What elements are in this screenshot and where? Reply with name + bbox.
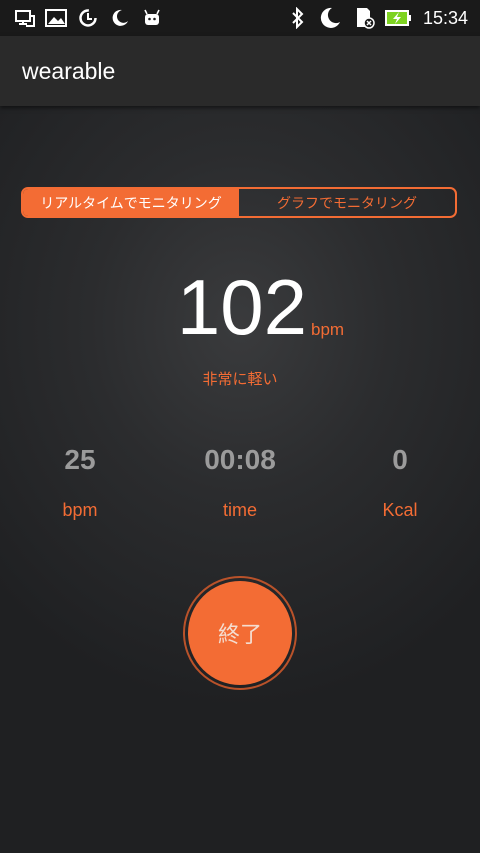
- image-icon: [44, 7, 68, 29]
- stat-kcal-value: 0: [392, 444, 408, 475]
- stat-bpm: 25 bpm: [10, 443, 150, 521]
- stat-time-value: 00:08: [204, 444, 276, 475]
- tab-graph[interactable]: グラフでモニタリング: [239, 189, 455, 216]
- stat-time-label: time: [222, 500, 257, 520]
- app-bar: wearable: [0, 36, 480, 106]
- heart-rate-unit: bpm: [311, 320, 345, 339]
- tab-realtime[interactable]: リアルタイムでモニタリング: [23, 189, 239, 216]
- moon-icon: [110, 7, 130, 29]
- stat-bpm-label: bpm: [62, 500, 98, 520]
- app-title: wearable: [22, 58, 116, 84]
- heart-rate-value: 102: [176, 263, 308, 351]
- sd-card-icon: [352, 7, 376, 29]
- stat-bpm-value: 25: [64, 444, 96, 475]
- battery-charging-icon: [385, 7, 413, 29]
- data-saver-icon: [77, 7, 99, 29]
- android-icon: [141, 7, 163, 29]
- status-bar: 15:34: [0, 0, 480, 36]
- intensity-label: 非常に軽い: [202, 370, 278, 388]
- stat-kcal-label: Kcal: [382, 500, 418, 520]
- bluetooth-icon: [288, 7, 308, 29]
- status-time: 15:34: [422, 8, 468, 28]
- end-button[interactable]: 終了: [188, 581, 292, 685]
- screen-cast-icon: [14, 7, 36, 29]
- stat-time: 00:08 time: [170, 443, 310, 521]
- moon-icon: [318, 7, 342, 29]
- screen: 15:34 wearable リアルタイムでモニタリング グラフでモニタリング …: [0, 0, 480, 853]
- monitoring-tabs: リアルタイムでモニタリング グラフでモニタリング: [21, 187, 457, 218]
- stat-kcal: 0 Kcal: [330, 443, 470, 521]
